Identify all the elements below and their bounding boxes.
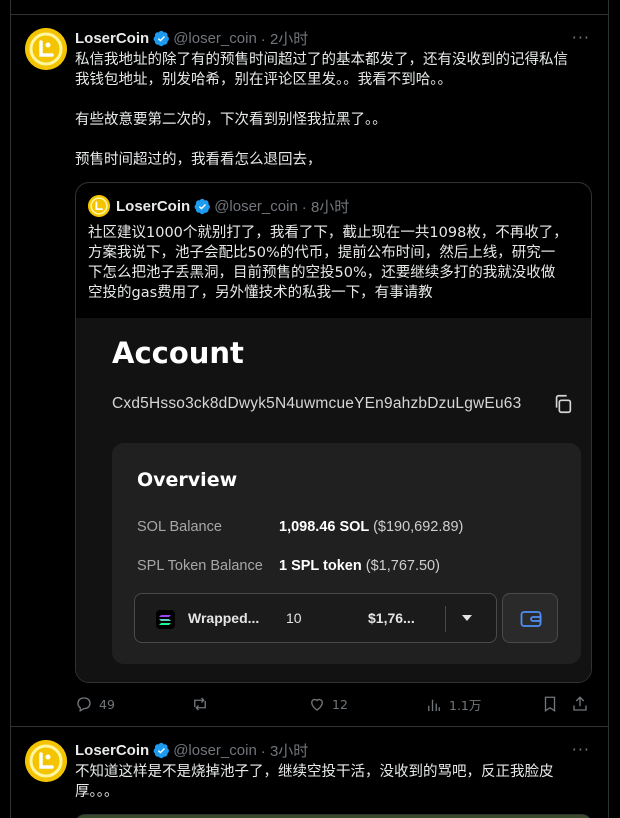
views-count: 1.1万: [449, 698, 482, 713]
author-name[interactable]: LoserCoin: [75, 30, 149, 47]
bookmark-button[interactable]: [541, 695, 565, 713]
quote-timestamp: · 8小时: [301, 198, 350, 216]
reply-icon: [77, 697, 91, 712]
tweet-text: 私信我地址的除了有的预售时间超过了的基本都发了，还有没收到的记得私信 我钱包地址…: [75, 52, 568, 168]
token-usd: $1,76...: [368, 610, 415, 626]
like-icon: [311, 698, 323, 711]
views-icon: [428, 699, 440, 711]
quoted-tweet[interactable]: LoserCoin @loser_coin · 8小时 社区建议1000个就别打…: [75, 182, 592, 683]
solana-logo-icon: [156, 610, 175, 629]
views-button[interactable]: 1.1万: [425, 695, 481, 714]
share-button[interactable]: [571, 695, 595, 713]
spl-usd: ($1,767.50): [365, 558, 440, 574]
overview-card: Overview SOL Balance 1,098.46 SOL ($190,…: [112, 443, 581, 664]
tweet-text: 不知道这样是不是烧掉池子了，继续空投干活，没收到的骂吧，反正我脸皮 厚。。。: [75, 764, 554, 800]
overview-title: Overview: [137, 469, 238, 491]
timestamp[interactable]: · 2小时: [261, 28, 309, 49]
quote-author-name: LoserCoin: [116, 197, 191, 215]
tweet[interactable]: LoserCoin @loser_coin · 2小时 ··· 私信我地址的除了…: [11, 15, 608, 726]
author-handle[interactable]: @loser_coin: [173, 30, 257, 47]
wallet-address: Cxd5Hsso3ck8dDwyk5N4uwmcueYEn9ahzbDzuLgw…: [112, 395, 522, 412]
account-title: Account: [112, 336, 244, 370]
quote-text: 社区建议1000个就别打了，我看了下，截止现在一共1098枚，不再收了， 方案我…: [88, 225, 568, 301]
retweet-button[interactable]: [191, 695, 215, 713]
spl-amount: 1 SPL token: [279, 558, 362, 574]
copy-icon: [555, 394, 572, 414]
like-button[interactable]: 12: [308, 695, 348, 713]
bookmark-icon: [544, 696, 556, 713]
attached-image[interactable]: [75, 814, 592, 818]
spl-balance-label: SPL Token Balance: [137, 558, 263, 574]
timeline-column: LoserCoin @loser_coin · 2小时 ··· 私信我地址的除了…: [10, 0, 609, 818]
token-quantity: 10: [286, 610, 302, 626]
attached-image[interactable]: Account Cxd5Hsso3ck8dDwyk5N4uwmcueYEn9ah…: [76, 318, 591, 682]
wallet-icon: [502, 593, 558, 643]
verified-badge-icon: [153, 742, 170, 758]
reply-button[interactable]: 49: [75, 695, 115, 713]
quote-avatar: [88, 195, 110, 217]
more-icon[interactable]: ···: [572, 740, 590, 759]
reply-count: 49: [99, 696, 115, 712]
more-icon[interactable]: ···: [572, 28, 590, 47]
quote-header: LoserCoin @loser_coin · 8小时: [88, 195, 349, 217]
author-handle[interactable]: @loser_coin: [173, 742, 257, 759]
caret-down-icon: [462, 615, 472, 621]
token-select: Wrapped... 10 $1,76...: [134, 593, 497, 643]
quote-author-handle: @loser_coin: [214, 197, 298, 215]
timestamp[interactable]: · 3小时: [261, 740, 309, 761]
sol-usd: ($190,692.89): [373, 519, 464, 535]
share-icon: [573, 696, 587, 711]
sol-balance-label: SOL Balance: [137, 519, 222, 535]
sol-balance-value: 1,098.46 SOL ($190,692.89): [279, 519, 463, 535]
tweet-actions: 49 12 1.1万: [75, 695, 590, 715]
verified-badge-icon: [194, 198, 211, 214]
avatar[interactable]: [25, 28, 67, 70]
retweet-icon: [194, 697, 206, 711]
tweet-header: LoserCoin @loser_coin · 3小时: [75, 740, 308, 760]
like-count: 12: [332, 696, 348, 712]
verified-badge-icon: [153, 30, 170, 46]
spl-balance-value: 1 SPL token ($1,767.50): [279, 558, 440, 574]
author-name[interactable]: LoserCoin: [75, 742, 149, 759]
token-name: Wrapped...: [188, 610, 260, 626]
tweet[interactable]: LoserCoin @loser_coin · 3小时 ··· 不知道这样是不是…: [11, 727, 608, 818]
tweet-header: LoserCoin @loser_coin · 2小时: [75, 28, 308, 48]
sol-amount: 1,098.46 SOL: [279, 519, 370, 535]
avatar[interactable]: [25, 740, 67, 782]
divider: [445, 606, 446, 632]
